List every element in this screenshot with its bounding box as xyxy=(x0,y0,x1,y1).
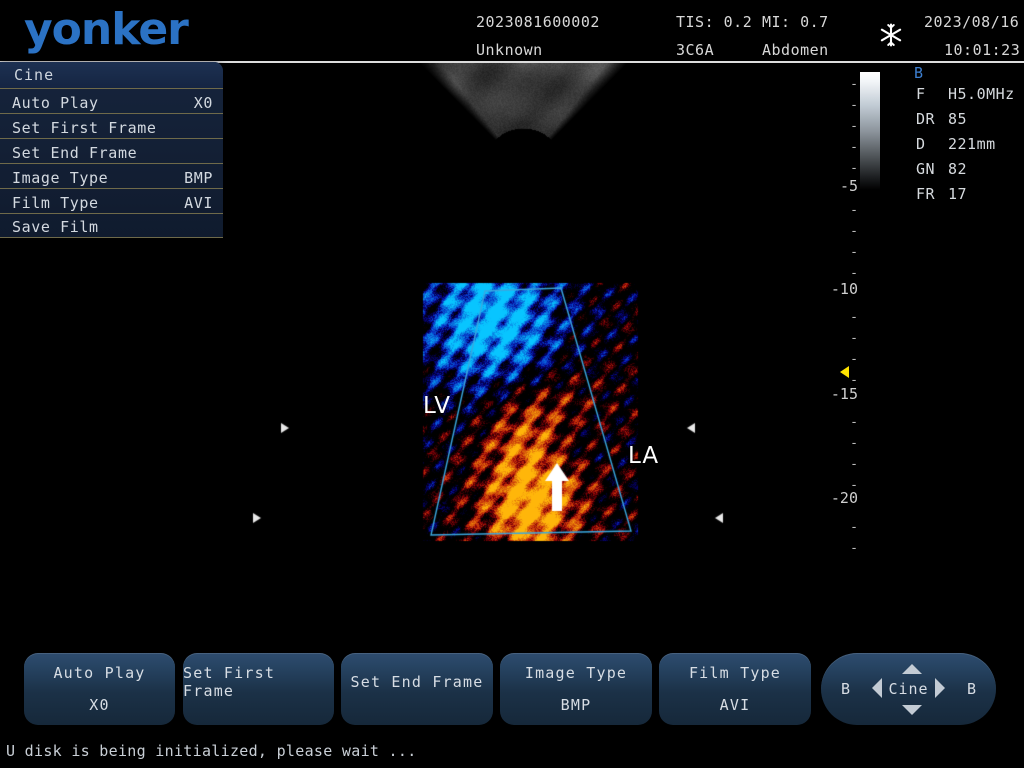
focus-marker-icon xyxy=(840,366,849,378)
menu-item-value: X0 xyxy=(193,93,213,112)
param-key: DR xyxy=(916,110,936,128)
softkey-label: Film Type xyxy=(688,664,782,682)
param-key: D xyxy=(916,135,926,153)
probe-name: 3C6A xyxy=(676,41,715,59)
menu-item-set-first-frame[interactable]: Set First Frame xyxy=(0,113,223,138)
softkey-set-end-frame[interactable]: Set End Frame xyxy=(341,653,493,725)
param-value: 17 xyxy=(948,185,968,203)
grayscale-bar xyxy=(860,72,880,190)
system-time: 10:01:23 xyxy=(944,41,1021,59)
menu-item-value: BMP xyxy=(184,168,213,187)
param-gain: GN 82 xyxy=(908,157,1024,182)
softkey-value: X0 xyxy=(89,696,110,714)
menu-item-value: AVI xyxy=(184,193,213,212)
application-preset: Abdomen xyxy=(762,41,829,59)
param-key: FR xyxy=(916,185,936,203)
nav-right-mode-label: B xyxy=(966,680,976,698)
depth-tick-minor: - xyxy=(850,415,858,430)
system-date: 2023/08/16 xyxy=(924,13,1020,31)
snowflake-icon xyxy=(880,23,902,47)
ultrasound-image-canvas xyxy=(223,63,813,623)
depth-tick-minor: - xyxy=(850,77,858,92)
menu-item-auto-play[interactable]: Auto Play X0 xyxy=(0,88,223,113)
param-value: 221mm xyxy=(948,135,996,153)
menu-item-film-type[interactable]: Film Type AVI xyxy=(0,188,223,213)
depth-tick-minor: - xyxy=(850,161,858,176)
softkey-bar: Auto Play X0 Set First Frame Set End Fra… xyxy=(0,648,1024,730)
depth-tick-major: -15 xyxy=(830,385,858,403)
ultrasound-screen: yonker 2023081600002 Unknown TIS: 0.2 3C… xyxy=(0,0,1024,768)
depth-tick-minor: - xyxy=(850,352,858,367)
param-frequency: F H5.0MHz xyxy=(908,82,1024,107)
param-value: 82 xyxy=(948,160,968,178)
depth-tick-minor: - xyxy=(850,457,858,472)
softkey-set-first-frame[interactable]: Set First Frame xyxy=(183,653,334,725)
depth-tick-minor: - xyxy=(850,245,858,260)
ultrasound-image-area[interactable]: LV LA xyxy=(223,63,813,623)
chamber-label-la: LA xyxy=(628,443,660,469)
param-depth: D 221mm xyxy=(908,132,1024,157)
softkey-value: BMP xyxy=(560,696,592,714)
cine-menu-panel: Cine Auto Play X0 Set First Frame Set En… xyxy=(0,62,223,238)
menu-item-label: Film Type xyxy=(12,193,99,212)
patient-name: Unknown xyxy=(476,41,543,59)
softkey-image-type[interactable]: Image Type BMP xyxy=(500,653,652,725)
status-message: U disk is being initialized, please wait… xyxy=(6,742,417,760)
depth-tick-major: -10 xyxy=(830,280,858,298)
menu-item-label: Image Type xyxy=(12,168,109,187)
param-key: F xyxy=(916,85,926,103)
imaging-parameter-panel: B F H5.0MHz DR 85 D 221mm GN 82 FR 17 xyxy=(908,64,1024,207)
depth-tick-major: -20 xyxy=(830,489,858,507)
patient-id: 2023081600002 xyxy=(476,13,600,31)
depth-tick-minor: - xyxy=(850,541,858,556)
depth-tick-minor: - xyxy=(850,119,858,134)
softkey-label: Auto Play xyxy=(53,664,146,682)
softkey-label: Image Type xyxy=(524,664,628,682)
param-key: GN xyxy=(916,160,936,178)
softkey-auto-play[interactable]: Auto Play X0 xyxy=(24,653,175,725)
tis-value: TIS: 0.2 xyxy=(676,13,753,31)
param-frame-rate: FR 17 xyxy=(908,182,1024,207)
chamber-label-lv: LV xyxy=(423,393,452,419)
depth-tick-minor: - xyxy=(850,224,858,239)
depth-tick-major: -5 xyxy=(839,177,858,195)
menu-item-set-end-frame[interactable]: Set End Frame xyxy=(0,138,223,163)
chevron-up-icon[interactable] xyxy=(902,664,922,674)
menu-item-label: Set End Frame xyxy=(12,143,138,162)
depth-tick-minor: - xyxy=(850,310,858,325)
param-dynamic-range: DR 85 xyxy=(908,107,1024,132)
depth-tick-minor: - xyxy=(850,266,858,281)
depth-tick-minor: - xyxy=(850,203,858,218)
menu-item-label: Set First Frame xyxy=(12,118,157,137)
header-bar: yonker 2023081600002 Unknown TIS: 0.2 3C… xyxy=(0,0,1024,63)
menu-item-save-film[interactable]: Save Film xyxy=(0,213,223,238)
depth-scale: - - - - - -5 - - - - -10 - - - - -15 - -… xyxy=(816,63,858,623)
menu-item-label: Auto Play xyxy=(12,93,99,112)
cine-menu-title: Cine xyxy=(0,62,223,88)
depth-tick-minor: - xyxy=(850,98,858,113)
menu-item-image-type[interactable]: Image Type BMP xyxy=(0,163,223,188)
mi-value: MI: 0.7 xyxy=(762,13,829,31)
brand-logo: yonker xyxy=(24,4,189,55)
softkey-label: Set End Frame xyxy=(350,673,484,691)
depth-tick-minor: - xyxy=(850,331,858,346)
chevron-down-icon[interactable] xyxy=(902,705,922,715)
status-bar: U disk is being initialized, please wait… xyxy=(0,735,1024,768)
param-value: 85 xyxy=(948,110,968,128)
imaging-mode-label: B xyxy=(914,64,925,82)
depth-tick-minor: - xyxy=(850,140,858,155)
menu-item-label: Save Film xyxy=(12,218,99,236)
softkey-film-type[interactable]: Film Type AVI xyxy=(659,653,811,725)
softkey-label: Set First Frame xyxy=(183,664,276,700)
softkey-value: AVI xyxy=(719,696,751,714)
softkey-cine-navigator[interactable]: B Cine B xyxy=(821,653,996,725)
depth-tick-minor: - xyxy=(850,520,858,535)
depth-tick-minor: - xyxy=(850,436,858,451)
param-value: H5.0MHz xyxy=(948,85,1015,103)
